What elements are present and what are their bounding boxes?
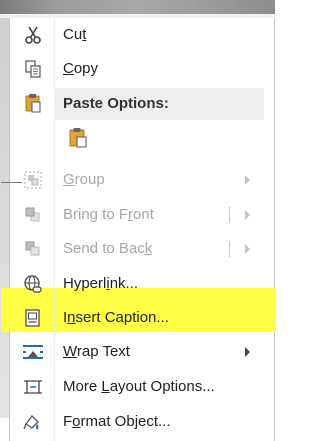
hyperlink-globe-icon	[22, 274, 44, 294]
background-document-edge	[0, 18, 9, 418]
wrap-text-icon	[22, 342, 44, 362]
split-separator	[229, 241, 230, 257]
layout-options-icon	[22, 377, 44, 397]
menu-item-label: Copy	[63, 60, 99, 77]
format-paint-icon	[22, 412, 44, 432]
menu-item-label: Wrap Text	[63, 343, 130, 360]
menu-item-copy[interactable]: Copy	[10, 52, 274, 86]
group-icon	[22, 170, 44, 190]
paste-clipboard-icon	[67, 126, 89, 153]
background-document-strip	[0, 0, 275, 18]
menu-item-label: Send to Back	[63, 240, 153, 257]
split-separator	[229, 207, 230, 223]
copy-icon	[22, 59, 44, 79]
background-page-edge	[274, 18, 275, 441]
menu-item-label: Format Object...	[63, 413, 171, 430]
menu-item-wrap-text[interactable]: Wrap Text	[10, 335, 274, 369]
paste-options-header: Paste Options:	[54, 88, 264, 120]
scissors-icon	[22, 25, 44, 45]
submenu-arrow-icon	[245, 244, 250, 254]
menu-item-group: Group	[10, 163, 274, 197]
menu-item-label: Cut	[63, 26, 87, 43]
context-menu: Cut Copy Paste Options: Group Bring to F…	[1, 18, 276, 441]
menu-item-label: Insert Caption...	[63, 309, 169, 326]
menu-item-label: Hyperlink...	[63, 275, 139, 292]
menu-item-label: More Layout Options...	[63, 378, 215, 395]
submenu-arrow-icon	[245, 347, 250, 357]
submenu-arrow-icon	[245, 175, 250, 185]
menu-item-format-object[interactable]: Format Object...	[10, 405, 274, 439]
send-to-back-icon	[22, 239, 44, 259]
paste-keep-source-button[interactable]	[65, 124, 91, 150]
menu-item-hyperlink[interactable]: Hyperlink...	[10, 267, 274, 301]
bring-to-front-icon	[22, 205, 44, 225]
menu-item-insert-caption[interactable]: Insert Caption...	[10, 301, 274, 335]
insert-caption-icon	[22, 308, 44, 328]
clipboard-icon	[22, 93, 44, 113]
menu-item-label: Group	[63, 171, 105, 188]
menu-item-send-to-back: Send to Back	[10, 232, 274, 266]
menu-item-bring-to-front: Bring to Front	[10, 198, 274, 232]
paste-options-label: Paste Options:	[63, 95, 169, 112]
menu-item-label: Bring to Front	[63, 206, 154, 223]
menu-item-more-layout-options[interactable]: More Layout Options...	[10, 370, 274, 404]
menu-item-cut[interactable]: Cut	[10, 18, 274, 52]
submenu-arrow-icon	[245, 210, 250, 220]
